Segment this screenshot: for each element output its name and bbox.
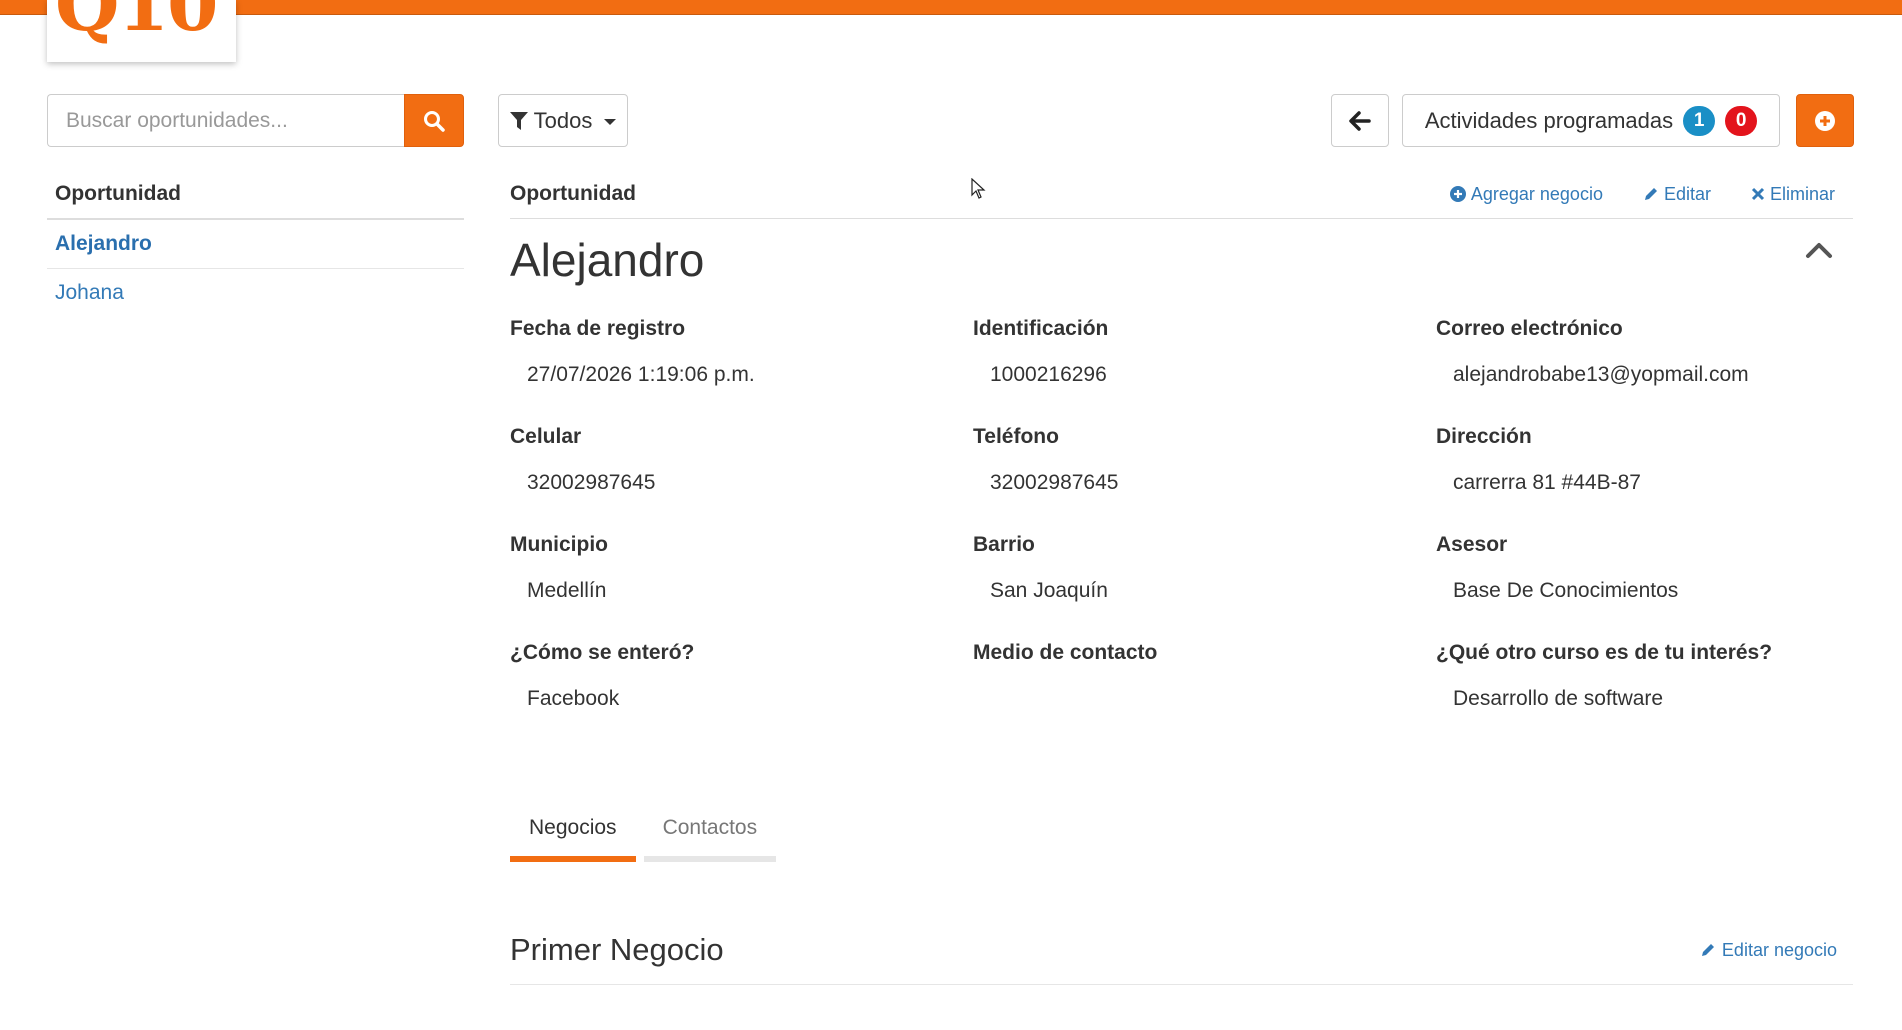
top-accent-bar bbox=[0, 0, 1902, 15]
field-identificacion: Identificación 1000216296 bbox=[973, 309, 1436, 417]
filter-label: Todos bbox=[533, 107, 593, 133]
field-value: Facebook bbox=[527, 687, 620, 710]
field-value: 32002987645 bbox=[990, 471, 1119, 494]
field-value: alejandrobabe13@yopmail.com bbox=[1453, 363, 1749, 386]
field-fecha-registro: Fecha de registro 27/07/2026 1:19:06 p.m… bbox=[510, 309, 973, 417]
plus-circle-icon bbox=[1815, 110, 1835, 131]
add-deal-link[interactable]: Agregar negocio bbox=[1449, 183, 1603, 205]
field-telefono: Teléfono 32002987645 bbox=[973, 417, 1436, 525]
arrow-left-icon bbox=[1349, 110, 1371, 131]
detail-actions: Agregar negocio Editar Eliminar bbox=[1449, 183, 1853, 205]
opportunity-detail: Oportunidad Agregar negocio Editar Elimi… bbox=[510, 176, 1853, 741]
search-group bbox=[47, 94, 464, 147]
list-item-alejandro[interactable]: Alejandro bbox=[47, 220, 464, 269]
pencil-icon bbox=[1644, 188, 1657, 200]
detail-header-title: Oportunidad bbox=[510, 182, 636, 205]
pencil-icon bbox=[1701, 944, 1714, 956]
add-deal-label: Agregar negocio bbox=[1470, 183, 1603, 204]
field-asesor: Asesor Base De Conocimientos bbox=[1436, 525, 1853, 633]
plus-circle-icon bbox=[1449, 186, 1466, 202]
filter-dropdown[interactable]: Todos bbox=[498, 94, 628, 147]
detail-tabs: Negocios Contactos bbox=[510, 808, 777, 862]
chevron-down-icon bbox=[604, 119, 617, 125]
search-input[interactable] bbox=[47, 94, 404, 147]
list-header: Oportunidad bbox=[47, 176, 464, 220]
field-label: Fecha de registro bbox=[510, 317, 686, 340]
field-label: Barrio bbox=[973, 533, 1035, 556]
list-item-johana[interactable]: Johana bbox=[47, 269, 464, 317]
deal-section-header: Primer Negocio Editar negocio bbox=[510, 932, 1853, 985]
times-icon bbox=[1751, 187, 1765, 201]
field-label: Correo electrónico bbox=[1436, 317, 1623, 340]
field-label: Municipio bbox=[510, 533, 608, 556]
field-label: ¿Qué otro curso es de tu interés? bbox=[1436, 641, 1773, 664]
delete-link[interactable]: Eliminar bbox=[1751, 184, 1835, 205]
field-value: 1000216296 bbox=[990, 363, 1107, 386]
scheduled-activities-label: Actividades programadas bbox=[1424, 107, 1674, 133]
record-title-row: Alejandro bbox=[510, 219, 1853, 309]
field-value: Medellín bbox=[527, 579, 607, 602]
add-opportunity-button[interactable] bbox=[1796, 94, 1854, 147]
back-button[interactable] bbox=[1331, 94, 1389, 147]
field-value: Desarrollo de software bbox=[1453, 687, 1664, 710]
field-label: Identificación bbox=[973, 317, 1109, 340]
field-celular: Celular 32002987645 bbox=[510, 417, 973, 525]
field-correo: Correo electrónico alejandrobabe13@yopma… bbox=[1436, 309, 1853, 417]
search-button[interactable] bbox=[404, 94, 464, 147]
delete-label: Eliminar bbox=[1769, 183, 1835, 204]
field-value: 27/07/2026 1:19:06 p.m. bbox=[527, 363, 755, 386]
tab-negocios[interactable]: Negocios bbox=[510, 808, 636, 862]
field-value: 32002987645 bbox=[527, 471, 656, 494]
field-direccion: Dirección carrerra 81 #44B-87 bbox=[1436, 417, 1853, 525]
app-logo[interactable]: Q10 bbox=[47, 0, 236, 62]
filter-icon bbox=[509, 111, 528, 130]
chevron-up-icon[interactable] bbox=[1805, 241, 1833, 259]
search-icon bbox=[424, 110, 445, 132]
edit-deal-link[interactable]: Editar negocio bbox=[1700, 940, 1853, 961]
logo-text: Q10 bbox=[55, 0, 218, 48]
deal-title: Primer Negocio bbox=[510, 932, 724, 967]
field-label: Teléfono bbox=[973, 425, 1059, 448]
edit-deal-label: Editar negocio bbox=[1721, 939, 1837, 960]
field-municipio: Municipio Medellín bbox=[510, 525, 973, 633]
field-value: San Joaquín bbox=[990, 579, 1108, 602]
edit-label: Editar bbox=[1663, 183, 1711, 204]
detail-header: Oportunidad Agregar negocio Editar Elimi… bbox=[510, 176, 1853, 219]
opportunity-list: Oportunidad Alejandro Johana bbox=[47, 176, 464, 317]
field-como-se-entero: ¿Cómo se enteró? Facebook bbox=[510, 633, 973, 741]
field-label: Dirección bbox=[1436, 425, 1532, 448]
tab-contactos[interactable]: Contactos bbox=[643, 808, 777, 862]
field-otro-curso: ¿Qué otro curso es de tu interés? Desarr… bbox=[1436, 633, 1853, 741]
field-label: Celular bbox=[510, 425, 582, 448]
field-medio-contacto: Medio de contacto bbox=[973, 633, 1436, 741]
field-label: ¿Cómo se enteró? bbox=[510, 641, 695, 664]
mouse-cursor-icon bbox=[971, 178, 986, 199]
pending-count-badge: 1 bbox=[1683, 105, 1716, 136]
field-label: Asesor bbox=[1436, 533, 1508, 556]
field-value: Base De Conocimientos bbox=[1453, 579, 1679, 602]
record-title: Alejandro bbox=[510, 234, 705, 286]
edit-link[interactable]: Editar bbox=[1643, 184, 1711, 205]
overdue-count-badge: 0 bbox=[1725, 105, 1758, 136]
detail-fields: Fecha de registro 27/07/2026 1:19:06 p.m… bbox=[510, 309, 1853, 741]
scheduled-activities-button[interactable]: Actividades programadas 1 0 bbox=[1402, 94, 1780, 147]
field-barrio: Barrio San Joaquín bbox=[973, 525, 1436, 633]
field-value: carrerra 81 #44B-87 bbox=[1453, 471, 1641, 494]
field-label: Medio de contacto bbox=[973, 641, 1158, 664]
